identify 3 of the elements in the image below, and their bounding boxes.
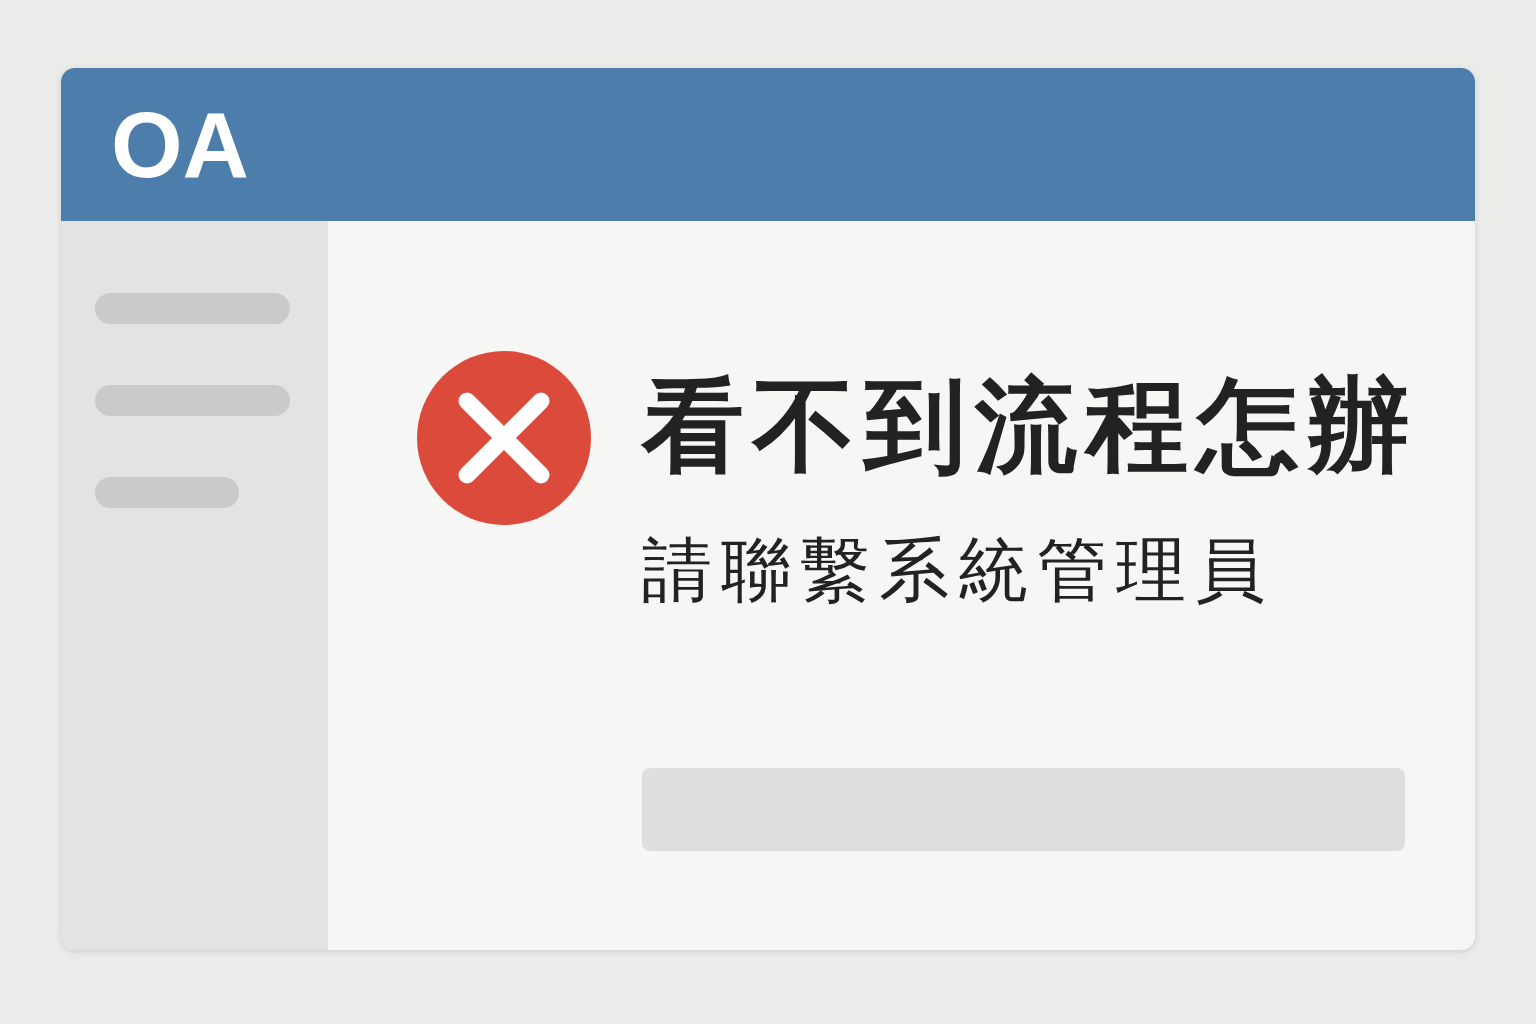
error-icon bbox=[417, 351, 591, 525]
error-subtitle: 請聯繫系統管理員 bbox=[642, 535, 1275, 605]
logo-text: OA bbox=[111, 98, 249, 191]
